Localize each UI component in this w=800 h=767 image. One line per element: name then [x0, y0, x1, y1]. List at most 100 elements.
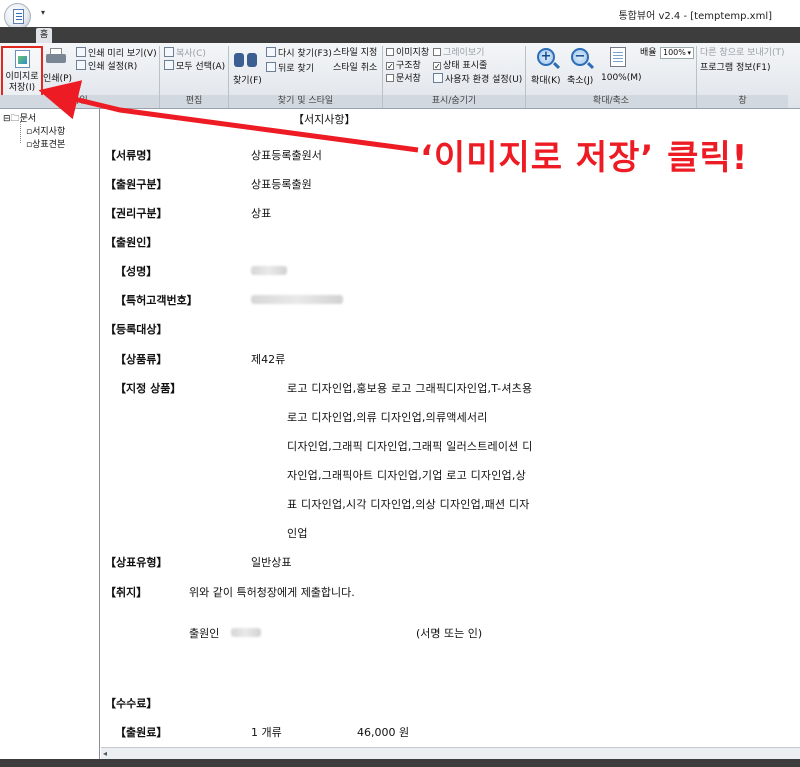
goods-line: 표 디자인업,시각 디자인업,의상 디자인업,패션 디자: [287, 498, 530, 511]
group-label-find-style: 찾기 및 스타일: [229, 95, 382, 108]
find-next-icon: [266, 47, 276, 57]
right-type-value: 상표: [251, 207, 272, 220]
redacted-applicant: [231, 628, 261, 637]
applicant-name-label: 【성명】: [115, 265, 158, 278]
checkbox-icon: [433, 48, 441, 56]
checkbox-checked-icon: [386, 62, 394, 70]
class-label: 【상품류】: [115, 353, 168, 366]
zoom-out-icon[interactable]: −: [571, 48, 589, 66]
title-bar: ▾ 통합뷰어 v2.4 - [temptemp.xml]: [0, 0, 800, 30]
program-info-button[interactable]: 프로그램 정보(F1): [700, 62, 770, 74]
send-to-window-button[interactable]: 다른 창으로 보내기(T): [700, 47, 784, 59]
app-type-value: 상표등록출원: [251, 178, 312, 191]
save-as-image-label: 이미지로 저장(I): [5, 72, 39, 93]
group-label-show-hide: 표시/숨기기: [383, 95, 525, 108]
user-settings-icon: [433, 73, 443, 83]
style-cancel-button[interactable]: 스타일 취소: [333, 62, 377, 74]
horizontal-scrollbar[interactable]: ◂: [101, 747, 800, 759]
annotation-text: ‘이미지로 저장’ 클릭!: [420, 138, 749, 178]
purpose-label: 【취지】: [105, 586, 148, 599]
tab-home[interactable]: 홈: [36, 28, 52, 43]
checkbox-icon: [386, 74, 394, 82]
zoom-out-button[interactable]: 축소(J): [567, 73, 593, 86]
doc-section-title: 【서지사항】: [293, 113, 356, 126]
select-all-icon: [164, 60, 174, 70]
applicant-sign-label: 출원인: [189, 627, 220, 640]
zoom-in-button[interactable]: 확대(K): [531, 73, 561, 86]
customer-number-label: 【특허고객번호】: [115, 294, 198, 307]
tree-connector: [20, 121, 21, 143]
image-save-icon: [15, 50, 30, 68]
tree-item-trademark-sample[interactable]: ▫상표견본: [26, 137, 65, 150]
purpose-value: 위와 같이 특허청장에게 제출합니다.: [189, 586, 355, 599]
binoculars-icon[interactable]: [234, 49, 258, 69]
save-as-image-button[interactable]: 이미지로 저장(I): [1, 46, 43, 97]
find-again-button[interactable]: 다시 찾기(F3): [266, 47, 332, 60]
doc-window-checkbox[interactable]: 문서창: [386, 73, 421, 85]
tree-item-bibliography[interactable]: ▫서지사항: [26, 124, 65, 137]
actual-size-icon[interactable]: [610, 47, 626, 67]
folder-icon: 🗀: [10, 114, 20, 124]
app-fee-count: 1 개류: [251, 726, 282, 739]
goods-line: 자인업,그래픽아트 디자인업,기업 로고 디자인업,상: [287, 469, 526, 482]
copy-icon: [164, 47, 174, 57]
goods-line: 로고 디자인업,의류 디자인업,의류액세서리: [287, 411, 488, 424]
mark-type-label: 【상표유형】: [105, 556, 168, 569]
printer-icon[interactable]: [46, 48, 66, 66]
checkbox-icon: [386, 48, 394, 56]
preview-icon: [76, 47, 86, 57]
zoom-100-button[interactable]: 100%(M): [601, 73, 642, 83]
status-bar-checkbox[interactable]: 상태 표시줄: [433, 60, 487, 72]
class-value: 제42류: [251, 353, 286, 366]
group-label-window: 창: [697, 95, 788, 108]
ribbon: 이미지로 저장(I) 인쇄(P) 인쇄 미리 보기(V) 인쇄 설정(R) 파일…: [0, 43, 800, 109]
app-fee-label: 【출원료】: [115, 726, 168, 739]
goods-label: 【지정 상품】: [115, 382, 182, 395]
scroll-left-icon[interactable]: ◂: [103, 748, 107, 759]
group-label-file: 파일: [0, 95, 159, 108]
print-setup-button[interactable]: 인쇄 설정(R): [76, 60, 137, 73]
reg-target-label: 【등록대상】: [105, 323, 168, 336]
window-title: 통합뷰어 v2.4 - [temptemp.xml]: [618, 11, 772, 22]
status-bar: [0, 759, 800, 767]
group-label-zoom: 확대/축소: [526, 95, 696, 108]
find-back-button[interactable]: 뒤로 찾기: [266, 62, 314, 75]
image-window-checkbox[interactable]: 이미지창: [386, 47, 429, 59]
doc-name-value: 상표등록출원서: [251, 149, 322, 162]
mark-type-value: 일반상표: [251, 556, 292, 569]
goods-line: 디자인업,그래픽 디자인업,그래픽 일러스트레이션 디: [287, 440, 533, 453]
select-all-button[interactable]: 모두 선택(A): [164, 60, 225, 73]
doc-name-label: 【서류명】: [105, 149, 158, 162]
group-label-edit: 편집: [160, 95, 228, 108]
zoom-in-icon[interactable]: +: [537, 48, 555, 66]
applicant-label: 【출원인】: [105, 236, 158, 249]
copy-button[interactable]: 복사(C): [164, 47, 206, 60]
zoom-label: 배율: [640, 48, 657, 58]
app-type-label: 【출원구분】: [105, 178, 168, 191]
zoom-select[interactable]: 100%: [660, 47, 694, 59]
checkbox-checked-icon: [433, 62, 441, 70]
ribbon-tab-strip: 홈: [0, 27, 800, 43]
structure-tree: ⊟🗀문서 ▫서지사항 ▫상표견본: [0, 109, 100, 759]
fee-label: 【수수료】: [105, 697, 158, 710]
goods-line: 인업: [287, 527, 308, 540]
style-set-button[interactable]: 스타일 지정: [333, 47, 377, 59]
quick-access-dropdown-icon[interactable]: ▾: [41, 8, 45, 17]
document-view[interactable]: 【서지사항】 【서류명】 상표등록출원서 【출원구분】 상표등록출원 【권리구분…: [101, 109, 800, 747]
settings-icon: [76, 60, 86, 70]
print-preview-button[interactable]: 인쇄 미리 보기(V): [76, 47, 157, 60]
right-type-label: 【권리구분】: [105, 207, 168, 220]
find-prev-icon: [266, 62, 276, 72]
goods-line: 로고 디자인업,홍보용 로고 그래픽디자인업,T-셔츠용: [287, 382, 533, 395]
app-fee-amount: 46,000 원: [357, 726, 410, 739]
app-menu-icon[interactable]: [4, 3, 31, 30]
gray-view-checkbox[interactable]: 그레이보기: [433, 47, 484, 59]
tree-collapse-icon[interactable]: ⊟: [3, 114, 11, 124]
signature-note: (서명 또는 인): [416, 627, 483, 640]
redacted-customer-number: [251, 295, 343, 304]
print-button[interactable]: 인쇄(P): [43, 71, 72, 84]
user-settings-button[interactable]: 사용자 환경 설정(U): [433, 73, 522, 86]
find-button[interactable]: 찾기(F): [233, 73, 262, 86]
structure-window-checkbox[interactable]: 구조창: [386, 60, 421, 72]
redacted-name: [251, 266, 287, 275]
